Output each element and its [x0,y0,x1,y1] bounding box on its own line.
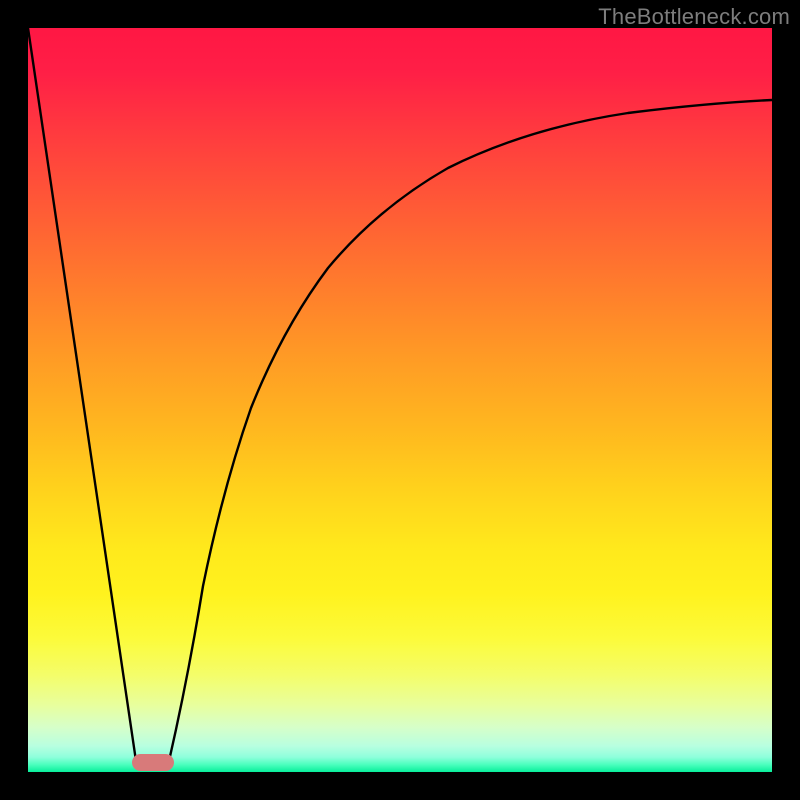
watermark-text: TheBottleneck.com [598,4,790,30]
chart-svg [28,28,772,772]
curve-left-branch [28,28,136,761]
curve-right-branch [169,100,772,761]
plot-area [28,28,772,772]
optimal-zone-marker [132,754,174,771]
chart-frame: TheBottleneck.com [0,0,800,800]
